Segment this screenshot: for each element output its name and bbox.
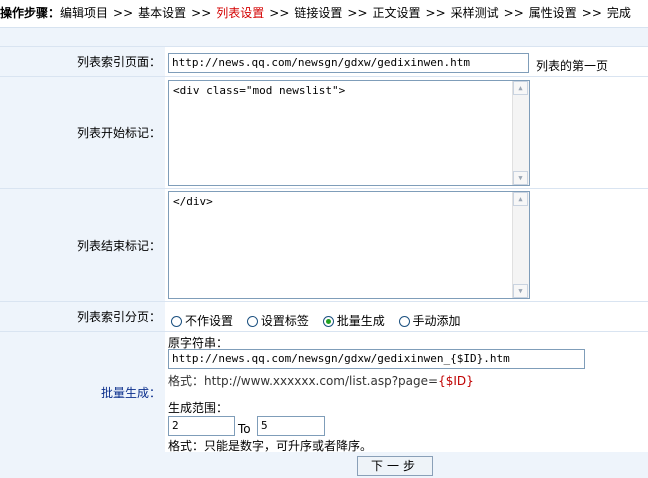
step-separator: >> [113,6,134,20]
step-item-content-settings[interactable]: 正文设置 [373,6,421,20]
start-tag-text: <div class="mod newslist"> [173,84,346,97]
range-label: 生成范围： [168,401,229,415]
row-start-tag: 列表开始标记： <div class="mod newslist"> ▲ ▼ [0,77,648,189]
start-tag-cell: <div class="mod newslist"> ▲ ▼ [165,77,648,188]
batch-label: 批量生成： [0,332,165,452]
batch-format-line: 格式：http://www.xxxxxx.com/list.asp?page={… [168,372,474,389]
steps-breadcrumb: 操作步骤：编辑项目 >> 基本设置 >> 列表设置 >> 链接设置 >> 正文设置 >> 采样测试 >… [0,0,648,28]
row-paging: 列表索引分页： 不作设置 设置标签 批量生成 手动添加 [0,302,648,332]
range-to-input[interactable]: 5 [257,416,325,436]
index-page-hint: 列表的第一页 [536,59,609,73]
format-example: http://www.xxxxxx.com/list.asp?page= [204,374,439,388]
radio-label: 不作设置 [185,314,234,328]
start-tag-scrollbar[interactable]: ▲ ▼ [512,81,529,185]
step-item-finish[interactable]: 完成 [607,6,631,20]
radio-circle-icon[interactable] [398,316,410,327]
step-separator: >> [581,6,602,20]
format-token: {$ID} [438,374,474,388]
scroll-up-icon[interactable]: ▲ [513,192,528,206]
step-item-sample-test[interactable]: 采样测试 [451,6,499,20]
step-item-link-settings[interactable]: 链接设置 [294,6,342,20]
step-item-edit-project[interactable]: 编辑项目 [60,6,108,20]
batch-cell: 原字符串： http://news.qq.com/newsgn/gdxw/ged… [165,332,648,453]
paging-cell: 不作设置 设置标签 批量生成 手动添加 [165,302,648,331]
radio-circle-icon[interactable] [171,316,182,327]
step-item-attribute-settings[interactable]: 属性设置 [529,6,577,20]
range-to-label: To [238,422,251,436]
radio-circle-icon[interactable] [246,316,258,327]
start-tag-label: 列表开始标记： [0,77,165,188]
step-item-basic-settings[interactable]: 基本设置 [138,6,186,20]
paging-radio-group: 不作设置 设置标签 批量生成 手动添加 [171,312,471,329]
end-tag-scrollbar[interactable]: ▲ ▼ [512,192,529,298]
row-end-tag: 列表结束标记： </div> ▲ ▼ [0,189,648,302]
row-index-page: 列表索引页面： http://news.qq.com/newsgn/gdxw/g… [0,47,648,77]
radio-label: 设置标签 [260,314,309,328]
index-page-label: 列表索引页面： [0,47,165,76]
header-band [0,28,648,47]
step-separator: >> [503,6,524,20]
radio-label: 批量生成 [336,314,385,328]
start-tag-textarea[interactable]: <div class="mod newslist"> ▲ ▼ [168,80,530,186]
batch-src-input[interactable]: http://news.qq.com/newsgn/gdxw/gedixinwe… [168,349,585,369]
end-tag-textarea[interactable]: </div> ▲ ▼ [168,191,530,299]
end-tag-cell: </div> ▲ ▼ [165,189,648,301]
radio-batch-generate[interactable]: 批量生成 [322,312,385,329]
scroll-down-icon[interactable]: ▼ [513,284,528,298]
scroll-up-icon[interactable]: ▲ [513,81,528,95]
footer-band [0,452,648,478]
step-item-list-settings[interactable]: 列表设置 [216,6,264,20]
radio-label: 手动添加 [412,314,461,328]
range-from-input[interactable]: 2 [168,416,235,436]
paging-label: 列表索引分页： [0,302,165,331]
step-separator: >> [269,6,290,20]
step-separator: >> [425,6,446,20]
radio-circle-selected-icon[interactable] [322,316,334,327]
end-tag-text: </div> [173,195,213,208]
index-page-input[interactable]: http://news.qq.com/newsgn/gdxw/gedixinwe… [168,53,529,73]
radio-set-tag[interactable]: 设置标签 [246,312,309,329]
scroll-down-icon[interactable]: ▼ [513,171,528,185]
index-page-cell: http://news.qq.com/newsgn/gdxw/gedixinwe… [165,47,648,76]
format-prefix: 格式： [168,374,205,388]
step-separator: >> [347,6,368,20]
step-separator: >> [191,6,212,20]
radio-manual-add[interactable]: 手动添加 [398,312,461,329]
steps-lead: 操作步骤： [0,6,61,20]
end-tag-label: 列表结束标记： [0,189,165,301]
next-step-button[interactable]: 下一步 [357,456,433,476]
radio-no-setting[interactable]: 不作设置 [171,312,233,329]
row-batch: 批量生成： 原字符串： http://news.qq.com/newsgn/gd… [0,332,648,453]
